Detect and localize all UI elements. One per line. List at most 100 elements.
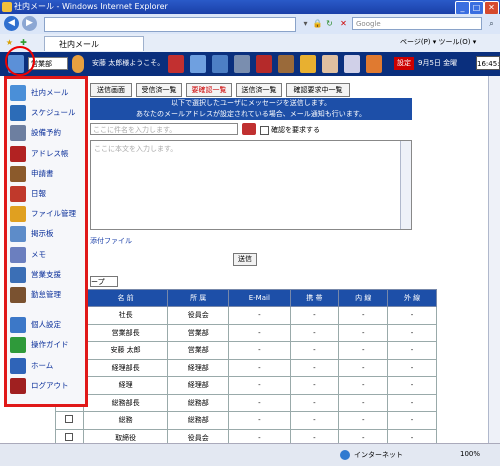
application-icon — [10, 165, 26, 182]
table-cell: - — [338, 411, 389, 430]
calendar-icon[interactable] — [212, 55, 228, 73]
body-textarea[interactable]: ここに本文を入力します。 — [90, 140, 412, 230]
table-cell: - — [387, 358, 437, 377]
menu-item-label: メモ — [31, 249, 46, 259]
menu-item-mail[interactable]: 社内メール — [9, 83, 85, 103]
back-icon[interactable]: ◀ — [4, 16, 19, 31]
menu-item-report[interactable]: 日報 — [9, 184, 85, 204]
stop-icon[interactable]: ✕ — [338, 18, 349, 29]
info-line-2: あなたのメールアドレスが設定されている場合、メール通知も行います。 — [135, 110, 367, 118]
send-button[interactable]: 送信 — [233, 253, 257, 266]
mail-icon[interactable] — [190, 55, 206, 73]
tab-received[interactable]: 受信済一覧 — [136, 83, 182, 97]
table-cell: - — [289, 306, 340, 325]
menu-item-help[interactable]: 操作ガイド — [9, 335, 85, 355]
column-header: 名 前 — [82, 289, 169, 307]
search-input[interactable]: Google — [352, 17, 482, 30]
board-icon — [10, 226, 26, 243]
clock-display: 16:45:1 — [476, 56, 500, 70]
report-icon — [10, 186, 26, 202]
menu-item-user-settings[interactable]: 個人設定 — [9, 315, 85, 335]
memo-icon[interactable] — [344, 55, 360, 73]
home-icon — [10, 357, 26, 374]
table-row: 営業部長 営業部 - - - - — [55, 323, 437, 342]
body-placeholder: ここに本文を入力します。 — [94, 145, 178, 153]
addressbook-icon[interactable] — [256, 55, 272, 73]
side-menu: 社内メールスケジュール 設備予約アドレス帳申請書日報ファイル管理掲示板メモ営業支援… — [4, 76, 88, 407]
confirm-checkbox[interactable] — [260, 126, 269, 135]
menu-item-addressbook[interactable]: アドレス帳 — [9, 144, 85, 164]
menu-item-sales[interactable]: 営業支援 — [9, 265, 85, 285]
menu-item-logout[interactable]: ログアウト — [9, 376, 85, 396]
menu-item-board[interactable]: 掲示板 — [9, 224, 85, 244]
table-row: 経理 経理部 - - - - — [55, 376, 437, 395]
row-checkbox[interactable] — [65, 432, 74, 441]
folder-icon[interactable] — [300, 55, 316, 73]
dropdown-icon[interactable]: ▾ — [300, 18, 311, 29]
menu-item-folder[interactable]: ファイル管理 — [9, 204, 85, 224]
tab-sent[interactable]: 送信済一覧 — [236, 83, 282, 97]
close-window-button[interactable]: ✕ — [484, 1, 499, 15]
minimize-button[interactable]: _ — [455, 1, 470, 15]
table-row: 社長 役員会 - - - - — [55, 306, 437, 325]
table-cell: - — [387, 411, 437, 430]
menu-item-application[interactable]: 申請書 — [9, 164, 85, 184]
search-icon[interactable]: ⌕ — [486, 18, 497, 29]
tab-confirm-requested[interactable]: 確認要求中一覧 — [286, 83, 350, 97]
column-header: 携 帯 — [289, 289, 340, 307]
page-scrollbar[interactable] — [488, 76, 500, 443]
address-input[interactable] — [44, 17, 296, 32]
user-settings-icon — [10, 317, 26, 334]
menu-item-home[interactable]: ホーム — [9, 356, 85, 376]
body-scrollbar[interactable] — [400, 141, 411, 229]
user-settings-icon[interactable] — [366, 55, 382, 73]
subject-input[interactable]: ここに件名を入力します。 — [90, 123, 238, 135]
calendar-icon — [10, 105, 26, 122]
menu-item-facility[interactable]: 設備予約 — [9, 123, 85, 143]
menu-item-label: アドレス帳 — [31, 148, 69, 158]
column-header: 所 属 — [167, 289, 230, 307]
table-cell: - — [228, 411, 291, 430]
row-checkbox[interactable] — [65, 415, 74, 424]
menu-item-label: 掲示板 — [31, 229, 54, 239]
table-cell: - — [289, 376, 340, 395]
zoom-level[interactable]: 100% — [460, 450, 480, 458]
facility-icon[interactable] — [234, 55, 250, 73]
maximize-button[interactable]: □ — [469, 1, 484, 15]
application-icon[interactable] — [278, 55, 294, 73]
attach-file-link[interactable]: 添付ファイル — [90, 236, 132, 246]
table-cell: 総務 — [82, 411, 169, 430]
row-select-cell[interactable] — [55, 411, 84, 430]
menu-item-memo[interactable]: メモ — [9, 245, 85, 265]
command-bar[interactable]: ページ(P) ▾ ツール(O) ▾ — [400, 37, 476, 47]
forward-icon[interactable]: ▶ — [22, 16, 37, 31]
table-cell: - — [289, 323, 340, 342]
table-header-row: 名 前所 属 E-Mail 携 帯内 線外 線 — [55, 289, 437, 307]
table-cell: 役員会 — [167, 306, 230, 325]
table-cell: 経理部 — [167, 358, 230, 377]
table-cell: 経理部長 — [82, 358, 169, 377]
tab-intranet-mail[interactable]: 社内メール — [44, 36, 144, 51]
board-icon[interactable] — [322, 55, 338, 73]
group-select[interactable]: ープ — [90, 276, 118, 287]
column-header: 内 線 — [338, 289, 389, 307]
menu-item-attendance[interactable]: 勤怠管理 — [9, 285, 85, 305]
info-line-1: 以下で選択したユーザにメッセージを送信します。 — [170, 99, 332, 107]
table-cell: 総務部 — [167, 393, 230, 412]
table-cell: 社長 — [82, 306, 169, 325]
house-icon[interactable] — [168, 55, 184, 73]
refresh-icon[interactable]: ↻ — [324, 18, 335, 29]
menu-item-label: 日報 — [31, 189, 46, 198]
tab-compose[interactable]: 送信画面 — [90, 83, 132, 97]
settings-button[interactable]: 設定 — [394, 57, 414, 70]
subject-row: ここに件名を入力します。 確認を要求する — [90, 122, 412, 136]
menu-item-label: 社内メール — [31, 88, 69, 97]
menu-item-label: 営業支援 — [31, 269, 61, 279]
menu-item-calendar[interactable]: スケジュール — [9, 103, 85, 123]
confirm-label: 確認を要求する — [271, 126, 320, 134]
table-cell: - — [387, 341, 437, 360]
tab-needs-confirm[interactable]: 要確認一覧 — [186, 83, 232, 97]
facility-icon — [10, 125, 26, 142]
attach-user-icon[interactable] — [242, 123, 256, 135]
table-cell: 総務部長 — [82, 393, 169, 412]
